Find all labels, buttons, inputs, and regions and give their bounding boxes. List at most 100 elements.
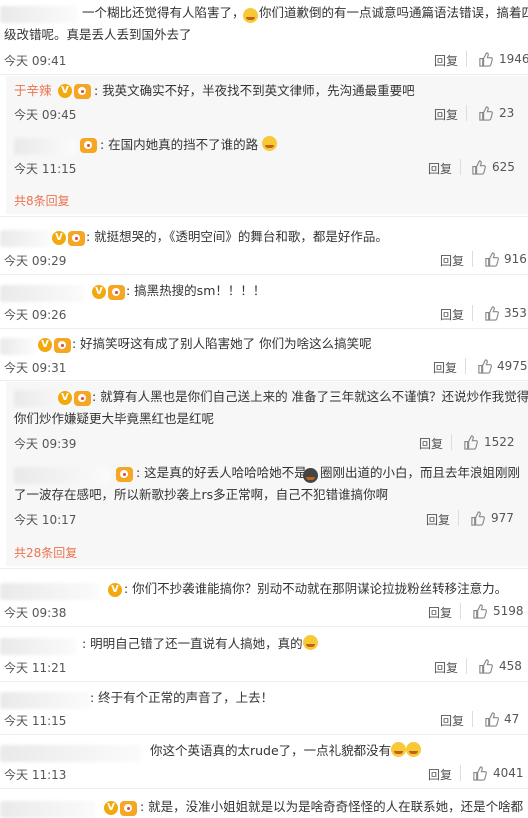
divider — [466, 658, 467, 674]
fan-badge-icon — [74, 391, 91, 406]
timestamp: 今天 09:26 — [4, 308, 67, 322]
reply-button[interactable]: 回复 — [428, 160, 452, 177]
comment-text: : 就挺想哭的，《透明空间》的舞台和歌，都是好作品。 — [86, 229, 388, 244]
timestamp: 今天 11:13 — [4, 768, 67, 782]
thumbs-up-icon[interactable] — [478, 106, 493, 121]
comment-text: 你们道歉倒的有一点诚意吗通篇语法错误，搞着四 — [259, 5, 528, 20]
thumbs-up-icon[interactable] — [484, 252, 499, 267]
verified-v-icon: V — [58, 391, 72, 405]
sub-reply-username[interactable]: 于辛辣 — [14, 80, 52, 102]
divider — [472, 305, 473, 321]
laugh-emoji-icon — [262, 136, 278, 151]
divider — [465, 358, 466, 374]
reply-button[interactable]: 回复 — [440, 252, 464, 269]
blurred-username — [0, 338, 34, 355]
blurred-username — [0, 583, 100, 600]
timestamp: 今天 09:41 — [4, 54, 67, 68]
blurred-username — [0, 801, 96, 818]
thumbs-up-icon[interactable] — [470, 511, 485, 526]
verified-v-icon: V — [104, 801, 118, 815]
fan-badge-icon — [54, 338, 71, 353]
divider — [0, 734, 528, 735]
comment-text: : 就是，没准小姐姐就是以为是啥奇奇怪怪的人在联系她，还是个啥都 — [140, 799, 524, 814]
thumbs-up-icon[interactable] — [484, 712, 499, 727]
like-count: 1522 — [484, 435, 515, 449]
thumbs-up-icon[interactable] — [463, 435, 478, 450]
laugh-cry-emoji-icon — [406, 742, 422, 757]
reply-button[interactable]: 回复 — [426, 511, 450, 528]
thumbs-up-icon[interactable] — [478, 52, 493, 67]
comment-text: 了一波存在感吧，所以新歌抄袭上rs多正常啊，自己不犯错谁搞你啊 — [14, 487, 389, 502]
reply-button[interactable]: 回复 — [440, 306, 464, 323]
reply-button[interactable]: 回复 — [434, 52, 458, 69]
divider — [460, 765, 461, 781]
thumbs-up-icon[interactable] — [484, 306, 499, 321]
comment-text: : 这是真的好丢人哈哈哈她不是 — [136, 465, 307, 480]
divider — [0, 328, 528, 329]
timestamp: 今天 09:38 — [4, 606, 67, 620]
blurred-username — [0, 6, 78, 23]
reply-button[interactable]: 回复 — [419, 435, 443, 452]
divider — [466, 105, 467, 121]
reply-button[interactable]: 回复 — [428, 604, 452, 621]
blurred-username — [0, 285, 84, 302]
like-count: 353 — [504, 306, 527, 320]
fan-badge-icon — [108, 285, 125, 300]
like-count: 916 — [504, 252, 527, 266]
view-more-replies-link[interactable]: 共28条回复 — [14, 544, 77, 561]
reply-button[interactable]: 回复 — [440, 712, 464, 729]
like-count: 4041 — [493, 766, 524, 780]
comment-text: 你们炒作嫌疑更大毕竟黑红也是红呢 — [14, 411, 215, 426]
thumbs-up-icon[interactable] — [478, 659, 493, 674]
smirk-emoji-icon — [302, 635, 318, 650]
timestamp: 今天 09:45 — [14, 108, 77, 122]
comment-text: : 终于有个正常的声音了，上去！ — [90, 690, 274, 705]
divider — [0, 216, 528, 217]
divider — [451, 434, 452, 450]
verified-v-icon: V — [52, 231, 66, 245]
divider — [472, 251, 473, 267]
divider — [0, 380, 528, 381]
smile-emoji-icon — [243, 8, 258, 23]
verified-v-icon: V — [108, 583, 122, 597]
divider — [0, 274, 528, 275]
comment-text: : 搞黑热搜的sm！！！！ — [126, 283, 266, 298]
fan-badge-icon — [68, 231, 85, 246]
timestamp: 今天 11:21 — [4, 661, 67, 675]
comment-text: : 就算有人黑也是你们自己送上来的 准备了三年就这么不谨慎？还说炒作我觉得 — [92, 389, 528, 404]
comment-text: : 好搞笑呀这有成了别人陷害她了 你们为啥这么搞笑呢 — [72, 336, 372, 351]
thumbs-up-icon[interactable] — [472, 766, 487, 781]
blurred-username — [0, 745, 142, 762]
divider — [472, 711, 473, 727]
divider — [0, 788, 528, 789]
verified-v-icon: V — [38, 338, 52, 352]
comment-text: : 我英文确实不好，半夜找不到英文律师，先沟通最重要吧 — [94, 83, 415, 98]
comment-text: 圈刚出道的小白，而且去年浪姐刚刚 — [320, 465, 521, 480]
blurred-username — [0, 692, 90, 709]
like-count: 5198 — [493, 604, 524, 618]
timestamp: 今天 09:39 — [14, 437, 77, 451]
divider — [460, 603, 461, 619]
view-more-replies-link[interactable]: 共8条回复 — [14, 192, 70, 209]
reply-button[interactable]: 回复 — [434, 659, 458, 676]
divider — [0, 626, 528, 627]
comment-text: 一个糊比还觉得有人陷害了， — [82, 5, 245, 20]
reply-button[interactable]: 回复 — [428, 766, 452, 783]
comment-text: : 明明自己错了还一直说有人搞她，真的 — [82, 633, 318, 655]
fan-badge-icon — [120, 801, 137, 816]
divider — [0, 568, 528, 569]
thumbs-up-icon[interactable] — [477, 359, 492, 374]
blurred-username — [14, 467, 110, 484]
divider — [0, 74, 528, 75]
blurred-username — [0, 638, 76, 655]
timestamp: 今天 11:15 — [14, 162, 77, 176]
thumbs-up-icon[interactable] — [472, 604, 487, 619]
like-count: 4975 — [497, 359, 528, 373]
comment-text: 你这个英语真的太rude了，一点礼貌都没有 — [150, 740, 422, 762]
reply-button[interactable]: 回复 — [434, 106, 458, 123]
like-count: 977 — [491, 511, 514, 525]
divider — [460, 159, 461, 175]
reply-button[interactable]: 回复 — [433, 359, 457, 376]
thumbs-up-icon[interactable] — [471, 160, 486, 175]
laugh-cry-emoji-icon — [391, 742, 407, 757]
